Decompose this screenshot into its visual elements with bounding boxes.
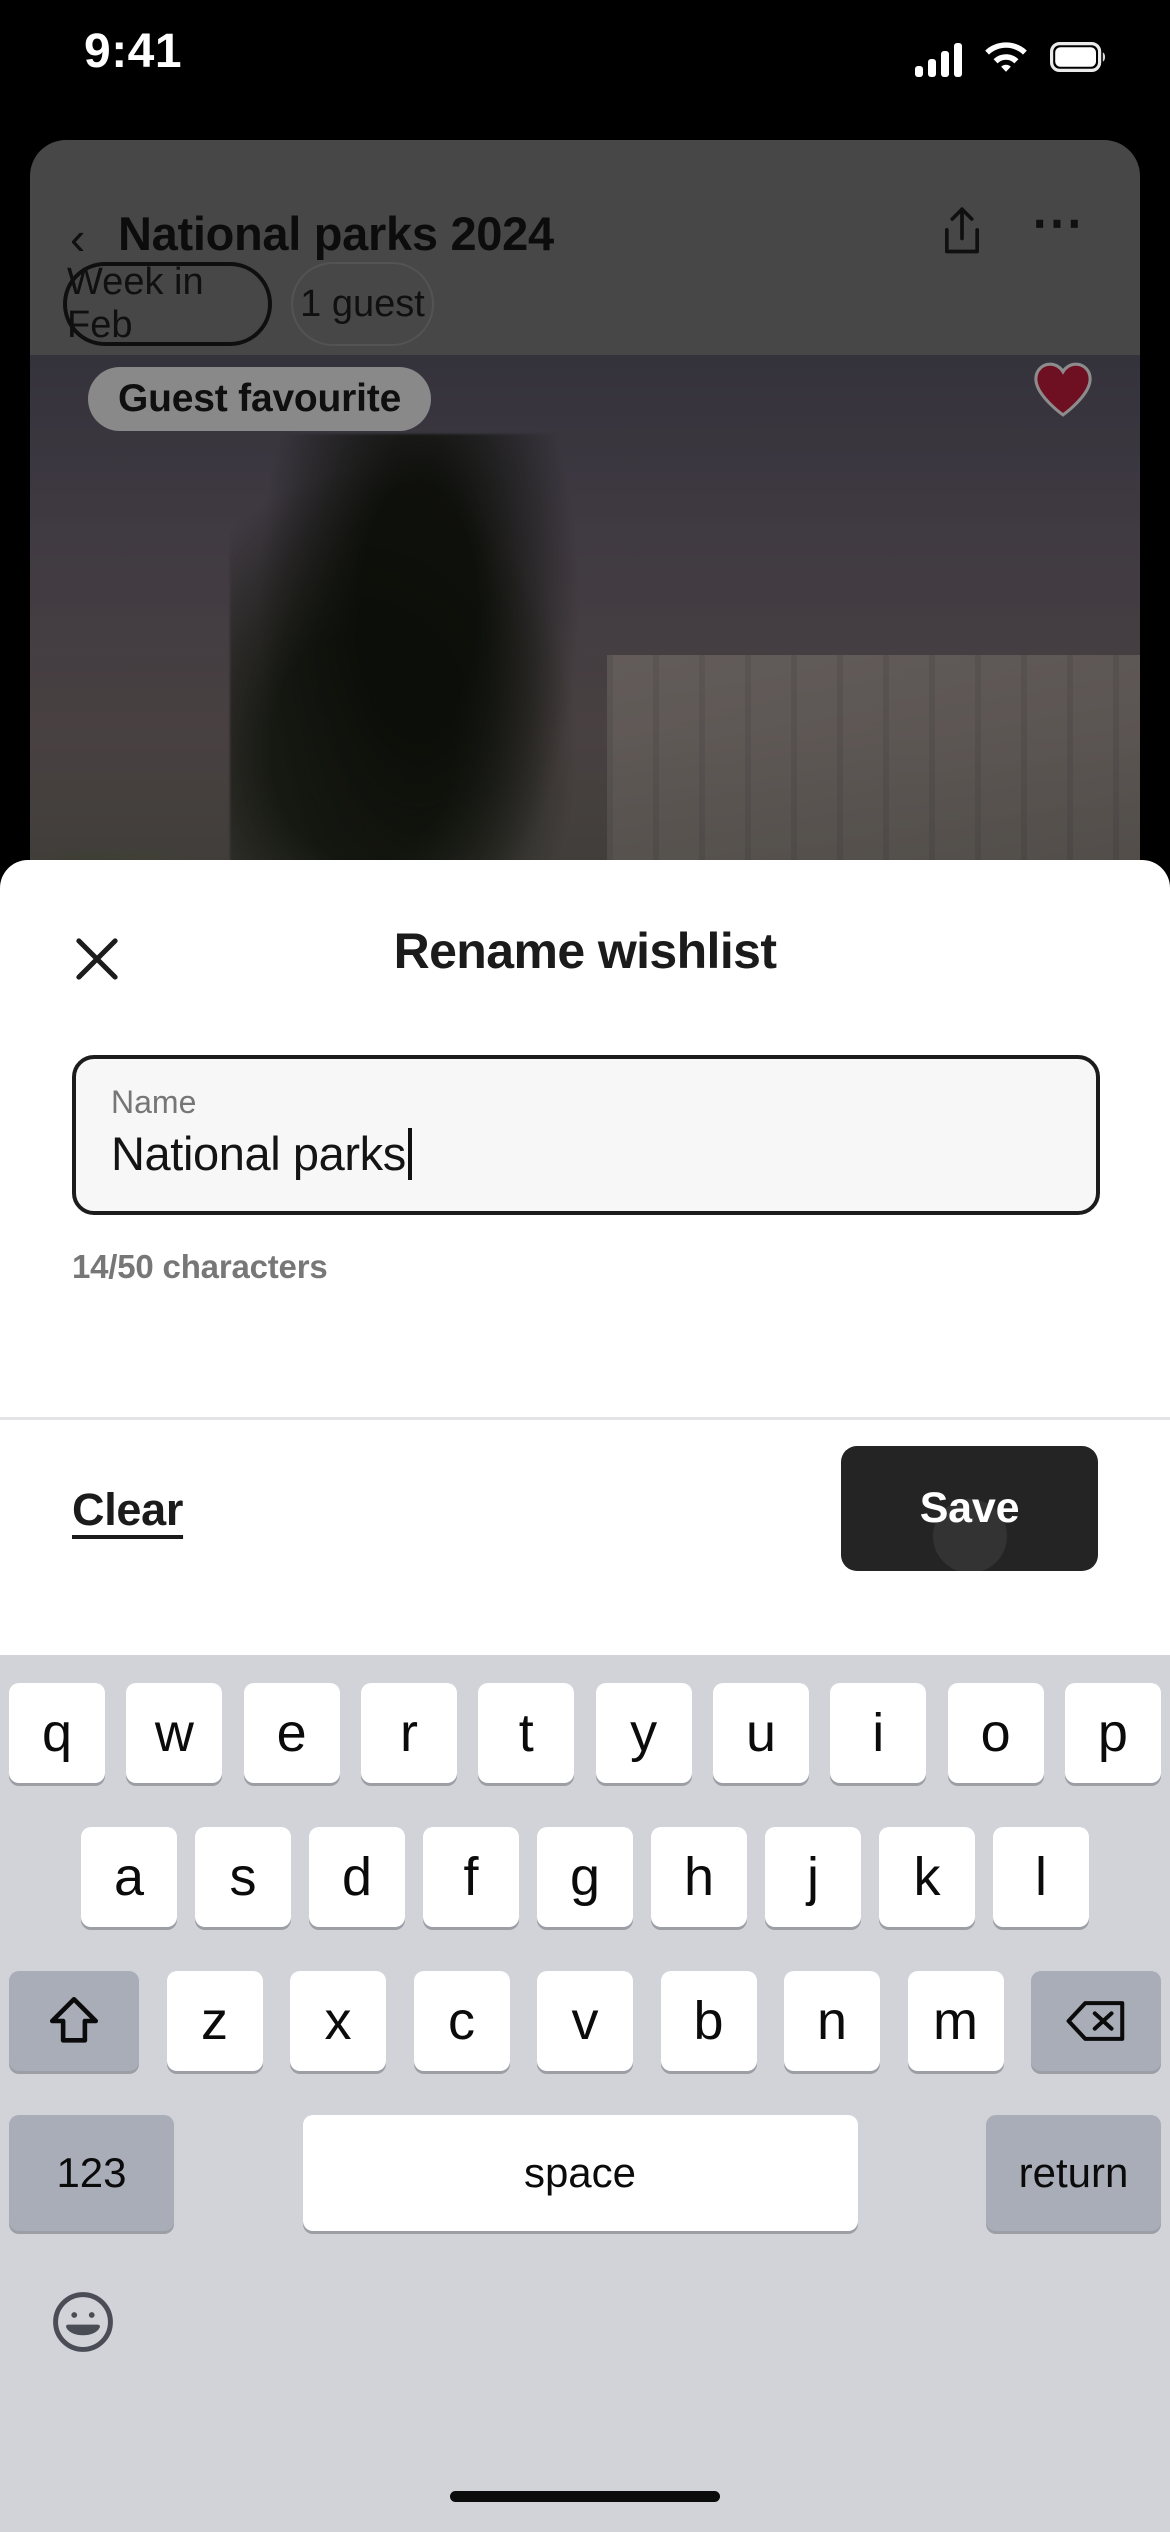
key-m[interactable]: m	[907, 1971, 1004, 2071]
key-l[interactable]: l	[993, 1827, 1089, 1927]
sheet-footer: Clear Save	[0, 1420, 1170, 1655]
key-i[interactable]: i	[830, 1683, 927, 1783]
text-caret	[407, 1127, 412, 1180]
name-input-label: Name	[111, 1084, 197, 1120]
key-e[interactable]: e	[243, 1683, 340, 1783]
clear-button[interactable]: Clear	[72, 1484, 183, 1536]
key-u[interactable]: u	[712, 1683, 809, 1783]
key-x[interactable]: x	[290, 1971, 386, 2071]
on-screen-keyboard: q w e r t y u i o p a s d f g h j k l z …	[0, 1655, 1170, 2532]
name-input-value: National parks	[111, 1127, 406, 1180]
key-s[interactable]: s	[195, 1827, 291, 1927]
keyboard-row-3: z x c v b n m	[0, 1971, 1170, 2071]
numbers-key[interactable]: 123	[9, 2115, 174, 2231]
key-j[interactable]: j	[765, 1827, 861, 1927]
key-p[interactable]: p	[1064, 1683, 1161, 1783]
name-input[interactable]: Name National parks	[72, 1055, 1100, 1215]
shift-icon[interactable]	[9, 1971, 139, 2071]
battery-icon	[1050, 42, 1108, 77]
key-v[interactable]: v	[537, 1971, 633, 2071]
key-q[interactable]: q	[9, 1683, 105, 1783]
status-bar: 9:41	[0, 0, 1170, 130]
keyboard-row-1: q w e r t y u i o p	[0, 1683, 1170, 1783]
key-g[interactable]: g	[537, 1827, 633, 1927]
sheet-title: Rename wishlist	[393, 923, 777, 979]
key-a[interactable]: a	[81, 1827, 177, 1927]
emoji-icon[interactable]	[48, 2287, 118, 2357]
key-d[interactable]: d	[309, 1827, 405, 1927]
key-z[interactable]: z	[166, 1971, 263, 2071]
home-indicator	[450, 2491, 720, 2502]
save-button[interactable]: Save	[841, 1446, 1098, 1571]
key-w[interactable]: w	[126, 1683, 223, 1783]
key-n[interactable]: n	[784, 1971, 880, 2071]
wifi-icon	[984, 40, 1028, 79]
key-r[interactable]: r	[360, 1683, 457, 1783]
character-counter: 14/50 characters	[72, 1248, 328, 1285]
key-y[interactable]: y	[595, 1683, 692, 1783]
sheet-header: Rename wishlist	[0, 860, 1170, 1055]
save-button-touch-ripple	[932, 1499, 1007, 1571]
backspace-icon[interactable]	[1031, 1971, 1161, 2071]
rename-wishlist-sheet: Rename wishlist Name National parks 14/5…	[0, 860, 1170, 1655]
keyboard-row-2: a s d f g h j k l	[0, 1827, 1170, 1927]
key-k[interactable]: k	[879, 1827, 975, 1927]
status-bar-clock: 9:41	[84, 25, 183, 78]
key-b[interactable]: b	[660, 1971, 757, 2071]
signal-bars-icon	[915, 42, 962, 77]
status-bar-indicators	[915, 40, 1108, 79]
keyboard-row-4: 123 space return	[0, 2115, 1170, 2231]
key-h[interactable]: h	[651, 1827, 747, 1927]
key-t[interactable]: t	[478, 1683, 575, 1783]
space-key[interactable]: space	[302, 2115, 858, 2231]
return-key[interactable]: return	[986, 2115, 1161, 2231]
key-c[interactable]: c	[413, 1971, 510, 2071]
key-o[interactable]: o	[947, 1683, 1044, 1783]
key-f[interactable]: f	[423, 1827, 519, 1927]
name-input-value-row: National parks	[111, 1126, 412, 1181]
